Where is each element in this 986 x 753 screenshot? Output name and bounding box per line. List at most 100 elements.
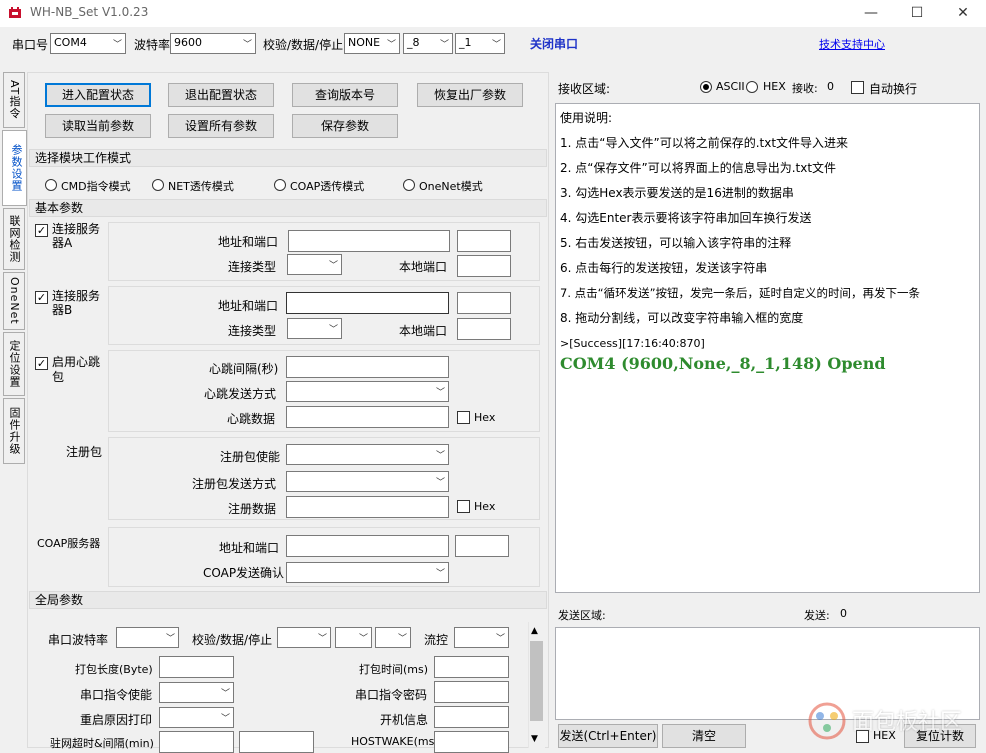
reboot-print-select[interactable]: ﹀ — [159, 707, 234, 728]
clear-button[interactable]: 清空 — [662, 724, 746, 748]
server-a-port-input[interactable] — [457, 230, 511, 252]
chevron-down-icon: ﹀ — [317, 634, 327, 644]
usage-line: 2. 点“保存文件”可以将界面上的信息导出为.txt文件 — [560, 161, 837, 175]
server-a-checkbox[interactable]: ✓ — [35, 224, 48, 237]
tab-location[interactable]: 定位设置 — [3, 332, 25, 396]
server-b-checkbox[interactable]: ✓ — [35, 291, 48, 304]
cmd-enable-select[interactable]: ﹀ — [159, 682, 234, 703]
close-port-button[interactable]: 关闭串口 — [530, 35, 578, 52]
read-params-button[interactable]: 读取当前参数 — [45, 114, 151, 138]
hex-label: HEX — [763, 80, 786, 93]
title-bar: WH-NB_Set V1.0.23 — ☐ ✕ — [0, 0, 986, 27]
global-flow-select[interactable]: ﹀ — [454, 627, 509, 648]
query-version-button[interactable]: 查询版本号 — [292, 83, 398, 107]
set-all-button[interactable]: 设置所有参数 — [168, 114, 274, 138]
receive-count: 0 — [827, 80, 834, 93]
parity-select[interactable]: NONE ﹀ — [344, 33, 400, 54]
mode-coap-radio[interactable] — [274, 179, 286, 191]
pack-time-input[interactable] — [434, 656, 509, 678]
receive-textarea[interactable]: 使用说明: 1. 点击“导入文件”可以将之前保存的.txt文件导入进来 2. 点… — [555, 103, 980, 593]
chevron-down-icon: ﹀ — [491, 40, 501, 50]
send-hex-label: HEX — [873, 729, 896, 742]
receive-count-label: 接收: — [792, 82, 818, 95]
server-b-local-port-input[interactable] — [457, 318, 511, 340]
register-mode-select[interactable]: ﹀ — [286, 471, 449, 492]
server-b-type-select[interactable]: ﹀ — [287, 318, 342, 339]
factory-reset-button[interactable]: 恢复出厂参数 — [417, 83, 523, 107]
chevron-down-icon: ﹀ — [328, 325, 338, 335]
ascii-radio[interactable] — [700, 81, 712, 93]
tab-firmware[interactable]: 固件升级 — [3, 398, 25, 464]
reset-count-button[interactable]: 复位计数 — [904, 724, 976, 748]
hex-radio[interactable] — [746, 81, 758, 93]
ascii-label: ASCII — [716, 80, 745, 93]
pack-len-input[interactable] — [159, 656, 234, 678]
maximize-button[interactable]: ☐ — [894, 0, 940, 27]
tab-param-settings[interactable]: 参数设置 — [2, 130, 27, 206]
baud-select[interactable]: 9600 ﹀ — [170, 33, 256, 54]
close-button[interactable]: ✕ — [940, 0, 986, 27]
global-baud-select[interactable]: ﹀ — [116, 627, 179, 648]
tab-network-check[interactable]: 联网检测 — [3, 208, 25, 270]
chevron-down-icon: ﹀ — [220, 714, 230, 724]
chevron-down-icon: ﹀ — [328, 261, 338, 271]
tab-onenet[interactable]: OneNet — [3, 272, 25, 330]
interval-input[interactable] — [239, 731, 314, 753]
send-textarea[interactable] — [555, 627, 980, 720]
mode-net-radio[interactable] — [152, 179, 164, 191]
enter-config-button[interactable]: 进入配置状态 — [45, 83, 151, 107]
scrollbar-thumb[interactable] — [530, 641, 543, 721]
server-b-port-input[interactable] — [457, 292, 511, 314]
usage-line: 6. 点击每行的发送按钮，发送该字符串 — [560, 261, 768, 275]
exit-config-button[interactable]: 退出配置状态 — [168, 83, 274, 107]
window-title: WH-NB_Set V1.0.23 — [30, 5, 149, 19]
global-section-header: 全局参数 — [29, 591, 547, 609]
coap-label: COAP服务器 — [37, 537, 101, 550]
minimize-button[interactable]: — — [848, 0, 894, 27]
register-hex-checkbox[interactable] — [457, 500, 470, 513]
stop-bits-select[interactable]: _1 ﹀ — [455, 33, 505, 54]
server-b-addr-input[interactable] — [286, 292, 449, 314]
heartbeat-interval-input[interactable] — [286, 356, 449, 378]
mode-cmd-radio[interactable] — [45, 179, 57, 191]
scroll-up-icon[interactable]: ▲ — [531, 626, 538, 636]
data-bits-select[interactable]: _8 ﹀ — [403, 33, 453, 54]
heartbeat-checkbox[interactable]: ✓ — [35, 357, 48, 370]
tab-at-command[interactable]: AT指令 — [3, 72, 25, 128]
chevron-down-icon: ﹀ — [112, 40, 122, 50]
port-select[interactable]: COM4 ﹀ — [50, 33, 126, 54]
global-flow-label: 流控 — [424, 633, 449, 647]
cmd-password-input[interactable] — [434, 681, 509, 703]
mode-onenet-radio[interactable] — [403, 179, 415, 191]
pack-time-label: 打包时间(ms) — [359, 663, 429, 676]
auto-wrap-checkbox[interactable] — [851, 81, 864, 94]
coap-confirm-select[interactable]: ﹀ — [286, 562, 449, 583]
hostwake-input[interactable] — [434, 731, 509, 753]
register-data-input[interactable] — [286, 496, 449, 518]
boot-info-input[interactable] — [434, 706, 509, 728]
chevron-down-icon: ﹀ — [397, 634, 407, 644]
global-baud-label: 串口波特率 — [48, 633, 109, 647]
global-stop-select[interactable]: ﹀ — [375, 627, 411, 648]
timeout-input[interactable] — [159, 731, 234, 753]
server-a-type-select[interactable]: ﹀ — [287, 254, 342, 275]
send-button[interactable]: 发送(Ctrl+Enter) — [558, 724, 658, 748]
heartbeat-hex-checkbox[interactable] — [457, 411, 470, 424]
global-parity-select[interactable]: ﹀ — [277, 627, 331, 648]
save-params-button[interactable]: 保存参数 — [292, 114, 398, 138]
server-a-addr-input[interactable] — [288, 230, 450, 252]
basic-section-header: 基本参数 — [29, 199, 547, 217]
heartbeat-data-input[interactable] — [286, 406, 449, 428]
coap-confirm-label: COAP发送确认 — [203, 566, 285, 580]
coap-addr-input[interactable] — [286, 535, 449, 557]
chevron-down-icon: ﹀ — [435, 451, 445, 461]
server-a-local-port-input[interactable] — [457, 255, 511, 277]
coap-port-input[interactable] — [455, 535, 509, 557]
support-link[interactable]: 技术支持中心 — [819, 36, 885, 52]
send-hex-checkbox[interactable] — [856, 730, 869, 743]
global-data-select[interactable]: ﹀ — [335, 627, 372, 648]
heartbeat-mode-select[interactable]: ﹀ — [286, 381, 449, 402]
send-count-label: 发送: — [804, 609, 830, 622]
register-enable-select[interactable]: ﹀ — [286, 444, 449, 465]
scroll-down-icon[interactable]: ▼ — [531, 734, 538, 744]
